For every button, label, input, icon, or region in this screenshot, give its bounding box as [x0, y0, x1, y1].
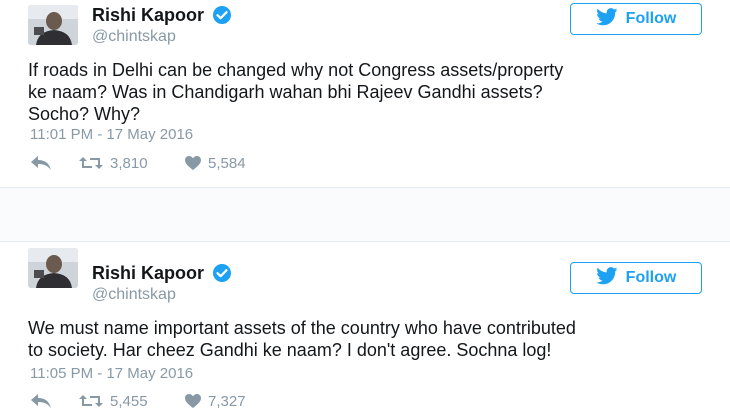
verified-badge-icon — [212, 263, 232, 283]
like-button[interactable]: 7,327 — [184, 393, 246, 410]
twitter-bird-icon — [595, 266, 618, 290]
retweet-button[interactable]: 5,455 — [78, 393, 164, 410]
twitter-bird-icon — [595, 7, 618, 31]
tweet-timestamp[interactable]: 11:05 PM - 17 May 2016 — [30, 365, 193, 382]
follow-label: Follow — [625, 10, 677, 27]
heart-icon — [184, 393, 202, 409]
reply-icon — [30, 155, 52, 171]
retweet-count: 3,810 — [110, 154, 148, 172]
reply-button[interactable] — [30, 155, 54, 171]
display-name[interactable]: Rishi Kapoor — [92, 262, 204, 284]
avatar[interactable] — [28, 5, 78, 45]
tweet-actions: 3,810 5,584 — [30, 153, 246, 173]
avatar[interactable] — [28, 248, 78, 288]
verified-badge-icon — [212, 5, 232, 25]
retweet-button[interactable]: 3,810 — [78, 155, 164, 172]
retweet-count: 5,455 — [110, 392, 148, 410]
tweet-separator — [0, 188, 730, 241]
retweet-icon — [78, 155, 104, 171]
display-name[interactable]: Rishi Kapoor — [92, 4, 204, 26]
retweet-icon — [78, 393, 104, 409]
heart-icon — [184, 155, 202, 171]
tweet-card: Rishi Kapoor @chintskap Follow We must n… — [0, 241, 730, 410]
user-info: Rishi Kapoor @chintskap — [92, 4, 232, 48]
tweet-timestamp[interactable]: 11:01 PM - 17 May 2016 — [30, 126, 193, 143]
follow-label: Follow — [625, 269, 677, 286]
tweet-text: We must name important assets of the cou… — [28, 318, 576, 360]
like-count: 5,584 — [208, 154, 246, 172]
follow-button[interactable]: Follow — [570, 3, 702, 35]
user-handle[interactable]: @chintskap — [92, 284, 232, 306]
tweet-actions: 5,455 7,327 — [30, 391, 246, 410]
like-button[interactable]: 5,584 — [184, 155, 246, 172]
like-count: 7,327 — [208, 392, 246, 410]
tweet-text: If roads in Delhi can be changed why not… — [28, 60, 564, 124]
reply-button[interactable] — [30, 393, 54, 409]
tweet-card: Rishi Kapoor @chintskap Follow If roads … — [0, 0, 730, 188]
follow-button[interactable]: Follow — [570, 262, 702, 294]
reply-icon — [30, 393, 52, 409]
user-info: Rishi Kapoor @chintskap — [92, 262, 232, 306]
user-handle[interactable]: @chintskap — [92, 26, 232, 48]
